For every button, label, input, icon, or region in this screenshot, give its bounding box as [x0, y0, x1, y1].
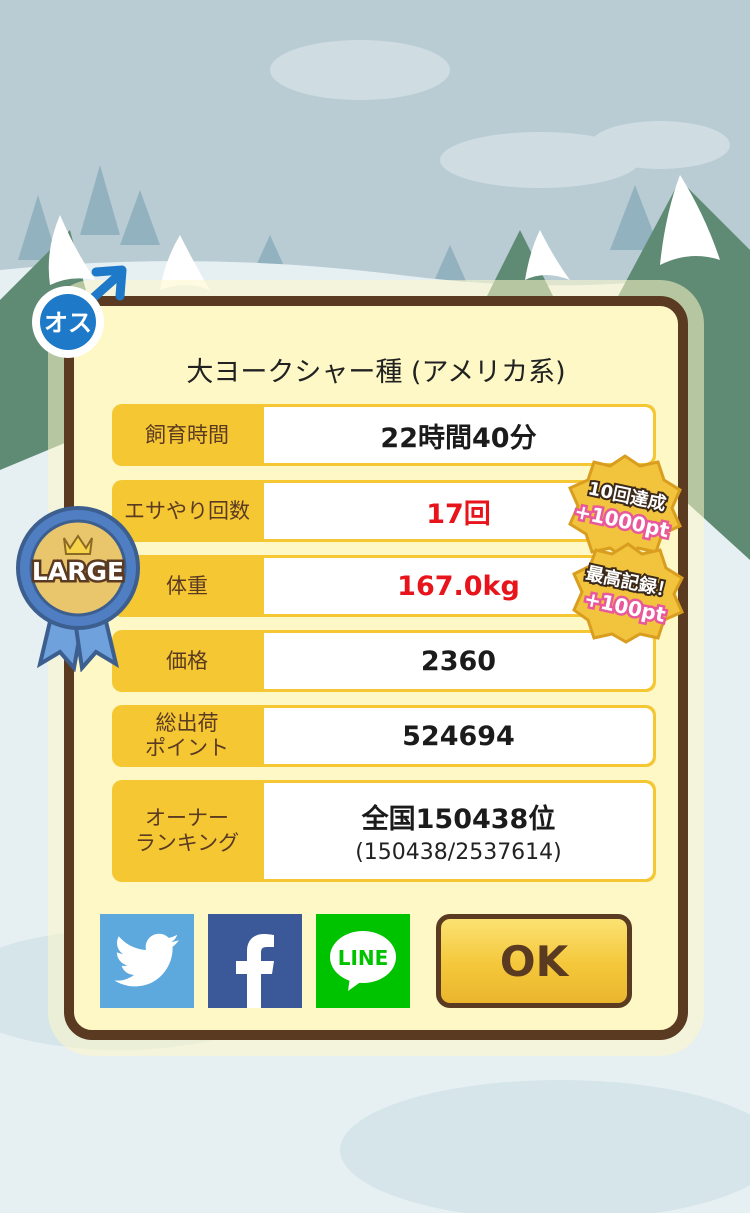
twitter-share-button[interactable]	[100, 914, 194, 1008]
line-label: LINE	[338, 946, 389, 970]
stat-value: 524694	[264, 708, 653, 764]
twitter-bird-icon	[114, 933, 179, 987]
size-label: LARGE	[32, 557, 124, 586]
large-ribbon-badge: LARGE	[16, 506, 140, 672]
facebook-f-icon	[236, 934, 274, 1008]
stat-value: 全国150438位 (150438/2537614)	[264, 783, 653, 879]
stat-label: オーナー ランキング	[134, 806, 240, 855]
line-share-button[interactable]: LINE	[316, 914, 410, 1008]
ranking-detail: (150438/2537614)	[355, 840, 562, 865]
male-gender-icon: オス	[32, 265, 127, 358]
stat-row-owner-ranking: オーナー ランキング 全国150438位 (150438/2537614)	[112, 780, 656, 882]
stat-label: 総出荷 ポイント	[145, 711, 229, 760]
stat-row-shipping-points: 総出荷 ポイント 524694	[112, 705, 656, 767]
ok-button-label: OK	[499, 936, 569, 986]
result-panel: 大ヨークシャー種 (アメリカ系) 飼育時間 22時間40分 エサやり回数 17回…	[64, 296, 688, 1040]
line-icon: LINE	[330, 931, 396, 991]
ranking-value: 全国150438位	[361, 804, 556, 835]
ok-button[interactable]: OK	[436, 914, 632, 1008]
stat-label: 飼育時間	[145, 422, 229, 447]
facebook-share-button[interactable]	[208, 914, 302, 1008]
gender-label: オス	[44, 309, 92, 337]
weight-record-bonus-badge: 最高記録！ +100pt	[572, 542, 684, 644]
breed-title: 大ヨークシャー種 (アメリカ系)	[186, 357, 566, 388]
